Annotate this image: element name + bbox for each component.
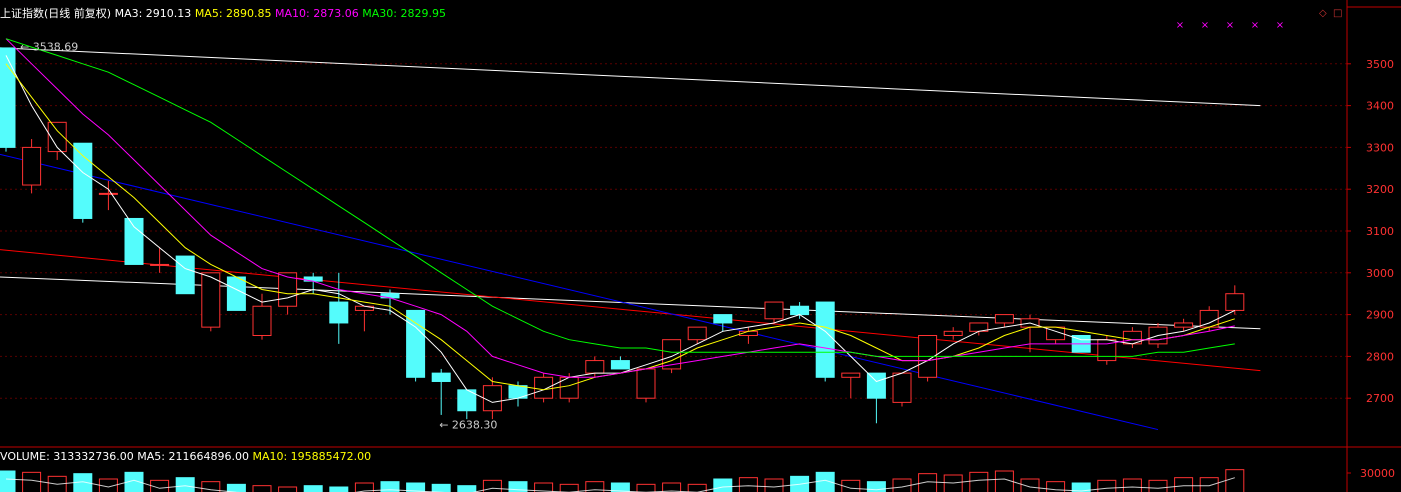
volume-bar: [252, 485, 272, 492]
volume-value: VOLUME: 313332736.00: [0, 450, 134, 463]
volume-axis-label: 30000: [1360, 467, 1395, 480]
axis-label: 2800: [1366, 350, 1394, 363]
volume-bar: [1174, 477, 1194, 492]
price-axis: 2700 2800 2900 3000 3100 3200 3300 3400 3500 3000…: [1346, 0, 1401, 492]
volume-bar: [482, 479, 502, 492]
volume-bar: [329, 486, 349, 492]
candle-body: [687, 326, 707, 341]
candle-body: [815, 301, 835, 378]
volume-bar: [764, 478, 784, 492]
axis-label: 2700: [1366, 392, 1394, 405]
candle-body: [22, 146, 42, 186]
volume-bar: [22, 471, 42, 492]
volume-ma5-value: MA5: 211664896.00: [137, 450, 249, 463]
candle-body: [636, 368, 656, 399]
candle-body: [226, 276, 246, 311]
volume-bar: [1199, 477, 1219, 492]
chart-title: 上证指数(日线 前复权): [0, 7, 112, 20]
volume-bar: [431, 483, 451, 492]
volume-bar: [175, 477, 195, 492]
candlesticks: [0, 47, 1245, 424]
candle-body: [150, 263, 170, 266]
volume-bar: [1225, 469, 1245, 492]
volume-bar: [0, 470, 16, 492]
ma10-value: MA10: 2873.06: [275, 7, 359, 20]
axis-label: 2900: [1366, 309, 1394, 322]
stock-chart[interactable]: ← 3538.69 ← 2638.30 × × × × × 2700 2800 2900 300…: [0, 0, 1401, 492]
volume-bar: [1122, 478, 1142, 492]
marker: ×: [1251, 20, 1259, 31]
volume-bar: [866, 481, 886, 492]
ma5-value: MA5: 2890.85: [194, 7, 272, 20]
volume-bar: [713, 478, 733, 492]
axis-label: 3000: [1366, 267, 1394, 280]
candle-body: [329, 301, 349, 324]
ma30-value: MA30: 2829.95: [362, 7, 446, 20]
trend-lines: [0, 47, 1261, 431]
candle-body: [124, 217, 144, 265]
candle-body: [713, 314, 733, 324]
volume-bar: [303, 485, 323, 492]
volume-bar: [226, 483, 246, 492]
high-annotation: ← 3538.69: [20, 40, 78, 53]
candle-body: [201, 272, 221, 328]
candle-body: [1174, 322, 1194, 328]
marker: ×: [1201, 20, 1209, 31]
volume-bar: [969, 471, 989, 492]
volume-bar: [559, 483, 579, 492]
candle-body: [610, 360, 630, 370]
volume-bar: [1148, 479, 1168, 492]
volume-bar: [738, 477, 758, 492]
axis-label: 3400: [1366, 100, 1394, 113]
candle-body: [841, 372, 861, 378]
candle-body: [482, 385, 502, 412]
candle-body: [0, 47, 16, 148]
marker: ×: [1176, 20, 1184, 31]
candle-body: [585, 360, 605, 374]
volume-bar: [457, 485, 477, 492]
trend-line: [0, 153, 1159, 431]
ma-line-ma10: [5, 38, 1235, 378]
moving-average-lines: [5, 38, 1236, 403]
candle-body: [892, 372, 912, 403]
trend-line: [0, 47, 1261, 107]
volume-bar: [278, 486, 298, 492]
axis-label: 3100: [1366, 225, 1394, 238]
ma3-value: MA3: 2910.13: [114, 7, 192, 20]
volume-ma10-value: MA10: 195885472.00: [252, 450, 372, 463]
candle-body: [790, 305, 810, 316]
axis-label: 3200: [1366, 183, 1394, 196]
candle-body: [994, 314, 1014, 324]
annotations: ← 3538.69 ← 2638.30: [20, 40, 497, 431]
candle-body: [943, 330, 963, 337]
candle-body: [764, 301, 784, 320]
candle-body: [534, 376, 554, 399]
candle-body: [73, 142, 93, 219]
candle-body: [98, 192, 118, 195]
diamond-icon[interactable]: ◇: [1319, 8, 1327, 20]
chart-header: 上证指数(日线 前复权) MA3: 2910.13 MA5: 2890.85 M…: [0, 7, 446, 21]
candle-body: [866, 372, 886, 399]
candle-body: [431, 372, 451, 382]
volume-header: VOLUME: 313332736.00 MA5: 211664896.00 M…: [0, 450, 371, 464]
axis-label: 3500: [1366, 58, 1394, 71]
marker: ×: [1226, 20, 1234, 31]
candle-body: [252, 305, 272, 336]
low-annotation: ← 2638.30: [439, 418, 497, 431]
marker: ×: [1276, 20, 1284, 31]
volume-bar: [994, 470, 1014, 492]
candle-body: [175, 255, 195, 295]
axis-label: 3300: [1366, 141, 1394, 154]
candle-body: [1225, 293, 1245, 311]
volume-bar: [1097, 479, 1117, 492]
markers: × × × × ×: [1176, 20, 1284, 31]
candle-body: [406, 309, 426, 378]
square-icon[interactable]: □: [1333, 8, 1342, 20]
volume-bar: [636, 483, 656, 492]
